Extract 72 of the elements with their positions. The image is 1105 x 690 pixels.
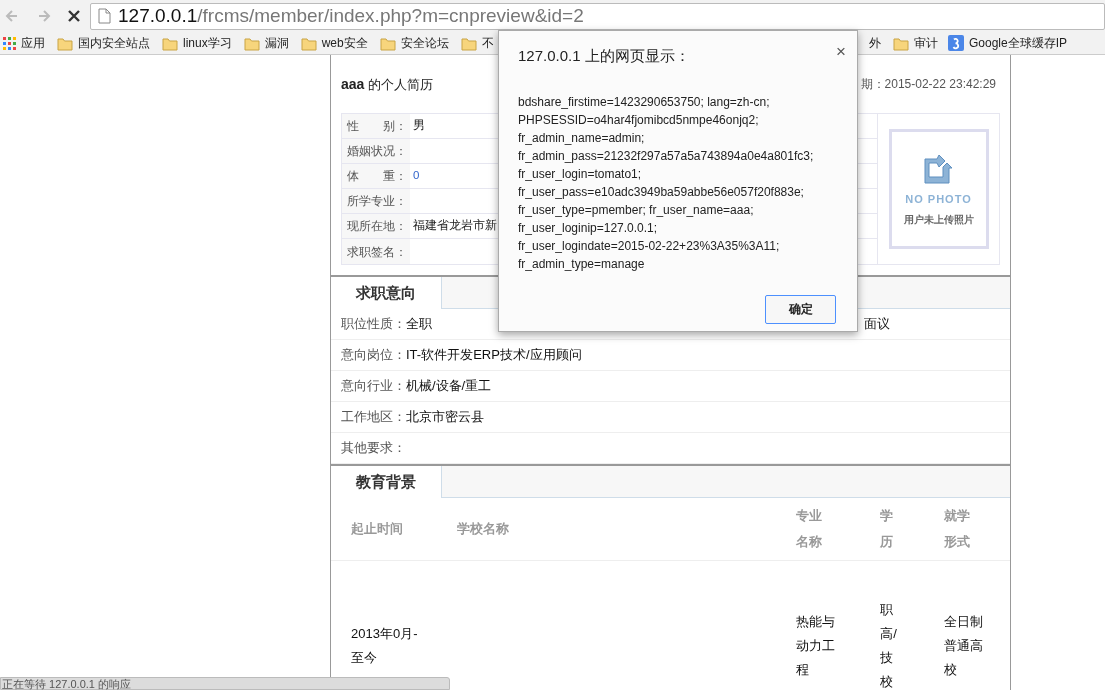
table-cell-text: 职高/技校 [880,601,895,690]
page-icon [97,8,112,24]
back-icon[interactable] [4,8,20,24]
forward-icon[interactable] [36,8,52,24]
field-value: 0 [413,168,420,184]
no-photo-label: NO PHOTO [905,192,972,208]
field-value: 全职 [406,315,432,334]
bookmark-link[interactable]: 应用 [21,34,45,52]
folder-icon [460,35,477,51]
bookmark-link[interactable]: 审计 [914,34,938,52]
field-label: 求职签名： [347,243,407,261]
column-header: 学历 [880,507,895,551]
dialog-message-line: fr_admin_type=manage [518,255,646,273]
folder-icon [162,35,178,51]
field-label: 其他要求： [341,439,406,458]
folder-icon [57,35,73,51]
field-label: 现所在地： [347,218,407,235]
bookmark-link[interactable]: 外 [869,34,881,52]
bookmark-link[interactable]: Google全球缓存IP [969,34,1068,52]
field-label: 工作地区： [341,408,406,427]
folder-icon [379,35,396,51]
folder-icon [243,35,260,51]
field-label: 职位性质： [341,315,406,334]
folder-icon [300,35,317,51]
bookmark-link[interactable]: 漏洞 [264,34,289,52]
table-cell-text: 2013年0月-至今 [351,625,419,667]
column-header: 学校名称 [456,520,509,538]
dialog-message-line: PHPSESSID=o4har4fjomibcd5nmpe46onjq2; [518,111,760,129]
folder-icon [893,35,909,51]
update-date: 期：2015-02-22 23:42:29 [860,76,997,93]
field-label: 意向岗位： [341,346,406,365]
column-header: 专业名称 [796,507,824,551]
bookmark-link[interactable]: 国内安全站点 [78,34,150,52]
field-value: 面议 [864,315,890,334]
address-bar[interactable]: 127.0.0.1/frcms/member/index.php?m=cnpreview&id=2 [90,2,1105,30]
field-label: 体 重： [347,168,407,185]
dialog-message-line: fr_user_login=tomato1; [518,165,643,183]
column-header: 就学形式 [944,507,972,551]
field-label: 性 别： [347,118,407,135]
bookmark-link[interactable]: web安全 [321,34,368,52]
table-cell-text: 全日制普通高校 [944,613,985,679]
bookmark-link[interactable]: 不 [481,34,494,52]
section-tab[interactable]: 求职意向 [331,277,442,309]
close-button[interactable]: × [836,45,846,68]
dialog-title: 127.0.0.1 上的网页显示： [518,46,690,66]
bookmark-link[interactable]: 安全论坛 [400,34,449,52]
field-value: 男 [413,118,425,134]
apps-icon [3,36,16,50]
stop-icon[interactable] [66,8,82,24]
dialog-message-line: bdshare_firstime=1423290653750; lang=zh-cn; [518,93,771,111]
dialog-message-line: fr_user_loginip=127.0.0.1; [518,219,659,237]
field-value: 福建省龙岩市新 [413,218,497,234]
dialog-message-line: fr_user_logindate=2015-02-22+23%3A35%3A11; [518,237,781,255]
table-cell-text: 热能与动力工程 [796,613,837,679]
field-label: 所学专业： [347,193,407,210]
field-label: 婚姻状况： [347,143,407,160]
photo-caption: 用户未上传照片 [903,212,974,227]
field-value: 机械/设备/重工 [406,377,492,396]
dialog-message-line: fr_admin_pass=21232f297a57a5a743894a0e4a801fc3; [518,147,815,165]
status-text: 正在等待 127.0.0.1 的响应 [2,678,131,690]
google-icon [948,35,964,51]
dialog-message-line: fr_admin_name=admin; [518,129,646,147]
section-tab[interactable]: 教育背景 [331,466,442,498]
bookmark-link[interactable]: linux学习 [183,34,232,52]
field-label: 意向行业： [341,377,406,396]
dialog-message-line: fr_user_type=pmember; fr_user_name=aaa; [518,201,755,219]
field-value: 北京市密云县 [406,408,484,427]
dialog-message-line: fr_user_pass=e10adc3949ba59abbe56e057f20f883e; [518,183,805,201]
ok-button[interactable]: 确定 [765,294,836,324]
column-header: 起止时间 [351,520,403,538]
field-value: IT-软件开发ERP技术/应用顾问 [406,346,582,365]
resume-title: aaa 的个人简历 [341,74,433,94]
